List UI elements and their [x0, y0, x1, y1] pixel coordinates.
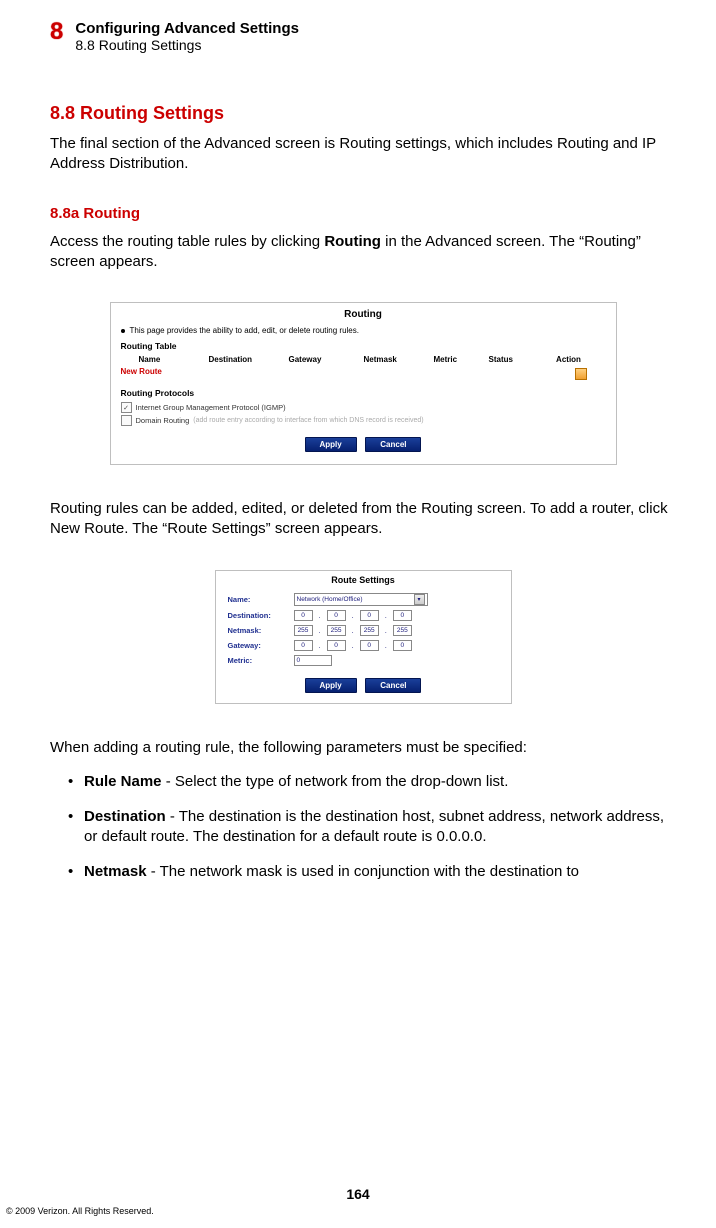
- subsection-intro: Access the routing table rules by clicki…: [50, 232, 676, 273]
- gateway-octet-1[interactable]: 0: [294, 640, 313, 651]
- breadcrumb: 8.8 Routing Settings: [75, 37, 299, 53]
- params-list: Rule Name - Select the type of network f…: [50, 772, 676, 882]
- col-destination: Destination: [209, 355, 289, 364]
- cancel-button[interactable]: Cancel: [365, 678, 421, 693]
- section-title: 8.8 Routing Settings: [50, 103, 676, 124]
- page-number: 164: [0, 1186, 716, 1202]
- cancel-button[interactable]: Cancel: [365, 437, 421, 452]
- col-status: Status: [489, 355, 544, 364]
- metric-label: Metric:: [228, 656, 288, 665]
- igmp-label: Internet Group Management Protocol (IGMP…: [136, 403, 286, 412]
- gateway-octet-4[interactable]: 0: [393, 640, 412, 651]
- routing-panel-title: Routing: [121, 309, 606, 320]
- subsection-title: 8.8a Routing: [50, 205, 676, 222]
- domain-routing-label: Domain Routing: [136, 416, 190, 425]
- col-netmask: Netmask: [364, 355, 434, 364]
- chevron-down-icon: ▾: [414, 594, 425, 605]
- routing-table-heading: Routing Table: [121, 341, 606, 351]
- page-header: 8 Configuring Advanced Settings 8.8 Rout…: [50, 20, 676, 53]
- metric-input[interactable]: 0: [294, 655, 332, 666]
- gateway-octet-3[interactable]: 0: [360, 640, 379, 651]
- section-intro: The final section of the Advanced screen…: [50, 134, 676, 175]
- params-intro: When adding a routing rule, the followin…: [50, 738, 676, 758]
- route-settings-title: Route Settings: [216, 573, 511, 585]
- gateway-label: Gateway:: [228, 641, 288, 650]
- routing-table-header: Name Destination Gateway Netmask Metric …: [121, 354, 606, 365]
- destination-octet-4[interactable]: 0: [393, 610, 412, 621]
- destination-octet-2[interactable]: 0: [327, 610, 346, 621]
- chapter-title: Configuring Advanced Settings: [75, 20, 299, 37]
- routing-panel-note: This page provides the ability to add, e…: [121, 326, 606, 335]
- col-action: Action: [544, 355, 594, 364]
- routing-screenshot: Routing This page provides the ability t…: [110, 302, 617, 465]
- mid-paragraph: Routing rules can be added, edited, or d…: [50, 499, 676, 540]
- domain-routing-checkbox[interactable]: [121, 415, 132, 426]
- copyright: © 2009 Verizon. All Rights Reserved.: [6, 1206, 154, 1216]
- col-name: Name: [121, 355, 209, 364]
- destination-label: Destination:: [228, 611, 288, 620]
- apply-button[interactable]: Apply: [305, 437, 357, 452]
- route-settings-screenshot: Route Settings Name: Network (Home/Offic…: [215, 570, 512, 704]
- name-select[interactable]: Network (Home/Office) ▾: [294, 593, 428, 606]
- netmask-octet-4[interactable]: 255: [393, 625, 412, 636]
- destination-octet-1[interactable]: 0: [294, 610, 313, 621]
- netmask-octet-1[interactable]: 255: [294, 625, 313, 636]
- routing-protocols-heading: Routing Protocols: [121, 388, 606, 398]
- domain-routing-hint: (add route entry according to interface …: [193, 417, 423, 424]
- add-route-icon[interactable]: [575, 368, 587, 380]
- gateway-octet-2[interactable]: 0: [327, 640, 346, 651]
- igmp-checkbox[interactable]: ✓: [121, 402, 132, 413]
- name-label: Name:: [228, 595, 288, 604]
- new-route-link[interactable]: New Route: [121, 365, 556, 384]
- list-item: Rule Name - Select the type of network f…: [68, 772, 676, 792]
- list-item: Netmask - The network mask is used in co…: [68, 862, 676, 882]
- netmask-octet-2[interactable]: 255: [327, 625, 346, 636]
- chapter-number: 8: [50, 20, 63, 44]
- apply-button[interactable]: Apply: [305, 678, 357, 693]
- destination-octet-3[interactable]: 0: [360, 610, 379, 621]
- netmask-label: Netmask:: [228, 626, 288, 635]
- col-gateway: Gateway: [289, 355, 364, 364]
- col-metric: Metric: [434, 355, 489, 364]
- netmask-octet-3[interactable]: 255: [360, 625, 379, 636]
- list-item: Destination - The destination is the des…: [68, 807, 676, 846]
